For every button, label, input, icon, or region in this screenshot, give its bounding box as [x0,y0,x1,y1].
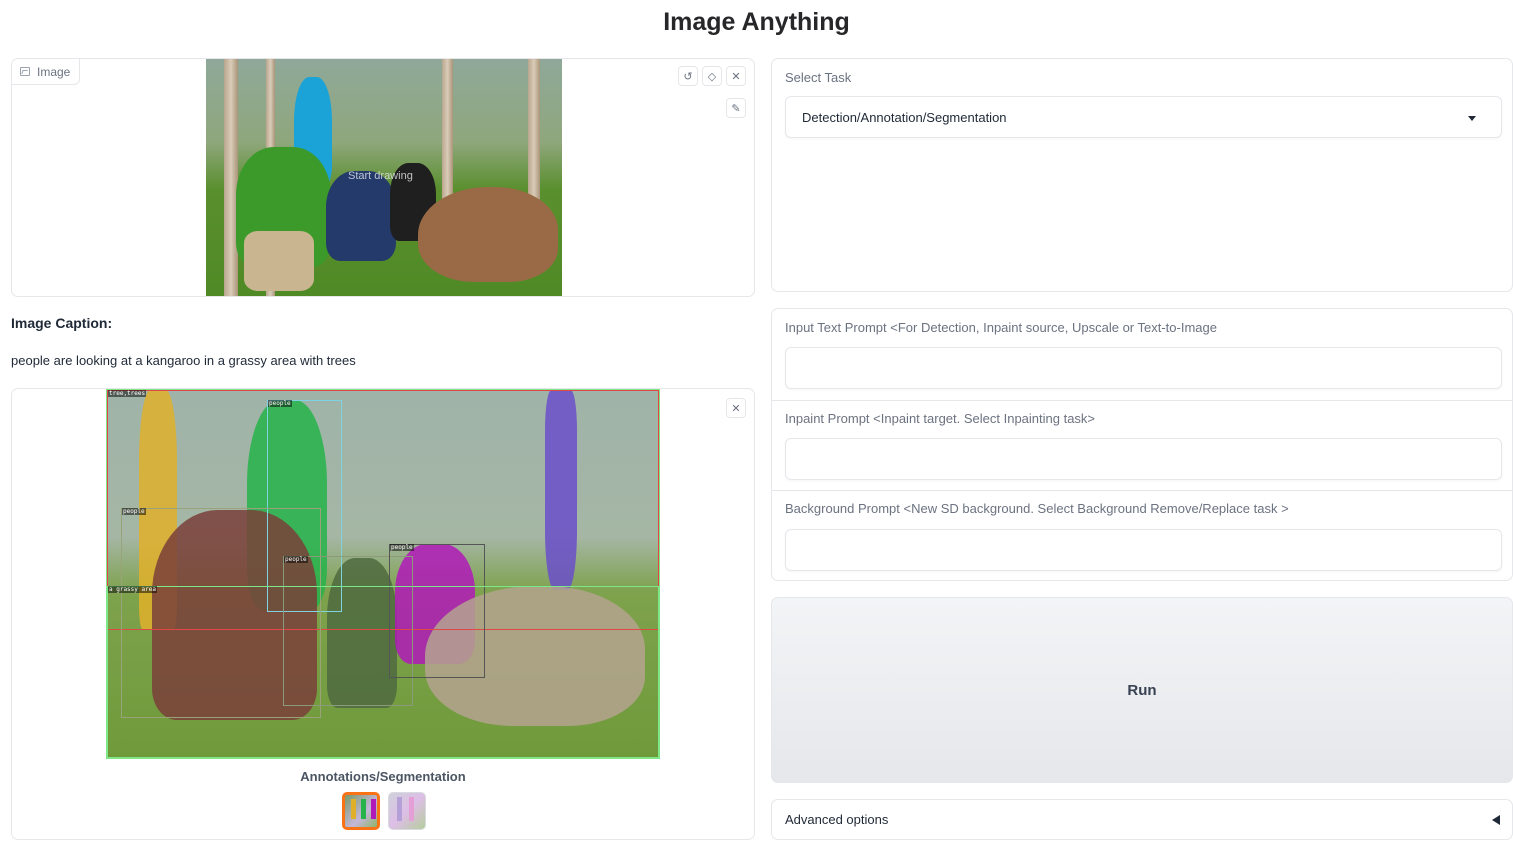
inpaint-prompt-input[interactable] [785,438,1502,480]
undo-icon[interactable]: ↺ [678,66,698,86]
close-icon[interactable]: ✕ [726,66,746,86]
select-task-label: Select Task [785,70,852,85]
run-button[interactable]: Run [771,597,1513,783]
gallery-caption: Annotations/Segmentation [300,769,466,784]
background-prompt-row: Background Prompt <New SD background. Se… [772,490,1512,580]
bbox-label: people [390,544,414,551]
bbox-label: a grassy area [108,586,157,593]
draw-hint: Start drawing [348,170,413,182]
output-gallery-panel[interactable]: tree,trees people people people people a… [11,388,755,840]
person-blue [326,171,396,261]
image-label-text: Image [37,64,71,79]
text-prompt-input[interactable] [785,347,1502,389]
annotated-output-image[interactable]: tree,trees people people people people a… [106,389,660,759]
inpaint-prompt-label: Inpaint Prompt <Inpaint target. Select I… [785,411,1096,426]
kangaroo [418,187,558,282]
input-image-panel[interactable]: Start drawing Image ↺ ◇ ✕ ✎ [11,58,755,297]
prompts-panel: Input Text Prompt <For Detection, Inpain… [771,308,1513,581]
triangle-left-icon [1492,815,1500,825]
eraser-icon[interactable]: ◇ [702,66,722,86]
text-prompt-label: Input Text Prompt <For Detection, Inpain… [785,320,1217,335]
bbox-grass: a grassy area [107,586,659,758]
close-icon[interactable]: ✕ [726,398,746,418]
bbox-label: people [268,400,292,407]
brush-icon[interactable]: ✎ [726,98,746,118]
background-prompt-label: Background Prompt <New SD background. Se… [785,501,1289,516]
caption-title: Image Caption: [11,315,113,331]
advanced-options-label: Advanced options [785,812,889,827]
image-label: Image [12,59,81,85]
gallery-thumbnail-selected[interactable] [342,792,380,830]
chevron-down-icon [1468,116,1476,121]
tree-trunk [224,59,238,296]
text-prompt-row: Input Text Prompt <For Detection, Inpain… [772,309,1512,400]
bbox-label: people [122,508,146,515]
background-prompt-input[interactable] [785,529,1502,571]
bbox-label: people [284,556,308,563]
input-photo[interactable]: Start drawing [206,59,562,296]
advanced-options-accordion[interactable]: Advanced options [771,799,1513,840]
inpaint-prompt-row: Inpaint Prompt <Inpaint target. Select I… [772,400,1512,490]
gallery-thumbnail[interactable] [388,792,426,830]
task-dropdown-value: Detection/Annotation/Segmentation [802,109,1007,125]
tree-trunk [442,59,453,209]
page-title: Image Anything [663,8,850,36]
image-icon [20,67,30,76]
task-panel: Select Task Detection/Annotation/Segment… [771,58,1513,292]
person-trousers [244,231,314,291]
caption-text: people are looking at a kangaroo in a gr… [11,353,356,368]
bbox-label: tree,trees [108,390,147,397]
task-dropdown[interactable]: Detection/Annotation/Segmentation [785,96,1502,138]
